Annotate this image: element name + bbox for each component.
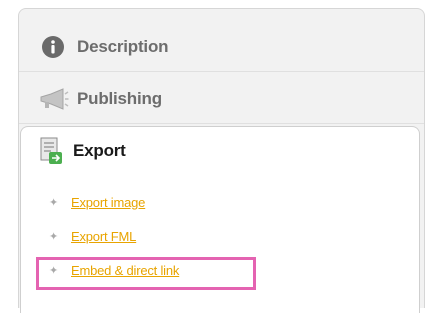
- megaphone-icon: [39, 88, 69, 110]
- tab-divider: [19, 123, 424, 124]
- link-export-image[interactable]: ✦ Export image: [49, 189, 145, 215]
- link-label[interactable]: Export FML: [71, 229, 136, 244]
- link-label[interactable]: Export image: [71, 195, 145, 210]
- export-icon: [39, 137, 63, 165]
- tab-divider: [19, 71, 424, 72]
- bullet-icon: ✦: [49, 263, 59, 277]
- export-content: ✦ Export image ✦ Export FML ✦ Embed & di…: [20, 173, 420, 313]
- tab-publishing-label: Publishing: [77, 89, 162, 108]
- link-embed-direct[interactable]: ✦ Embed & direct link: [49, 257, 179, 283]
- bullet-icon: ✦: [49, 195, 59, 209]
- tab-description[interactable]: Description: [41, 21, 169, 73]
- tab-export-label: Export: [73, 140, 126, 160]
- tab-description-label: Description: [77, 37, 169, 56]
- info-icon: [41, 35, 65, 59]
- link-export-fml[interactable]: ✦ Export FML: [49, 223, 136, 249]
- tab-publishing[interactable]: Publishing: [39, 73, 162, 125]
- link-label[interactable]: Embed & direct link: [71, 263, 179, 278]
- tab-export[interactable]: Export: [20, 126, 420, 174]
- bullet-icon: ✦: [49, 229, 59, 243]
